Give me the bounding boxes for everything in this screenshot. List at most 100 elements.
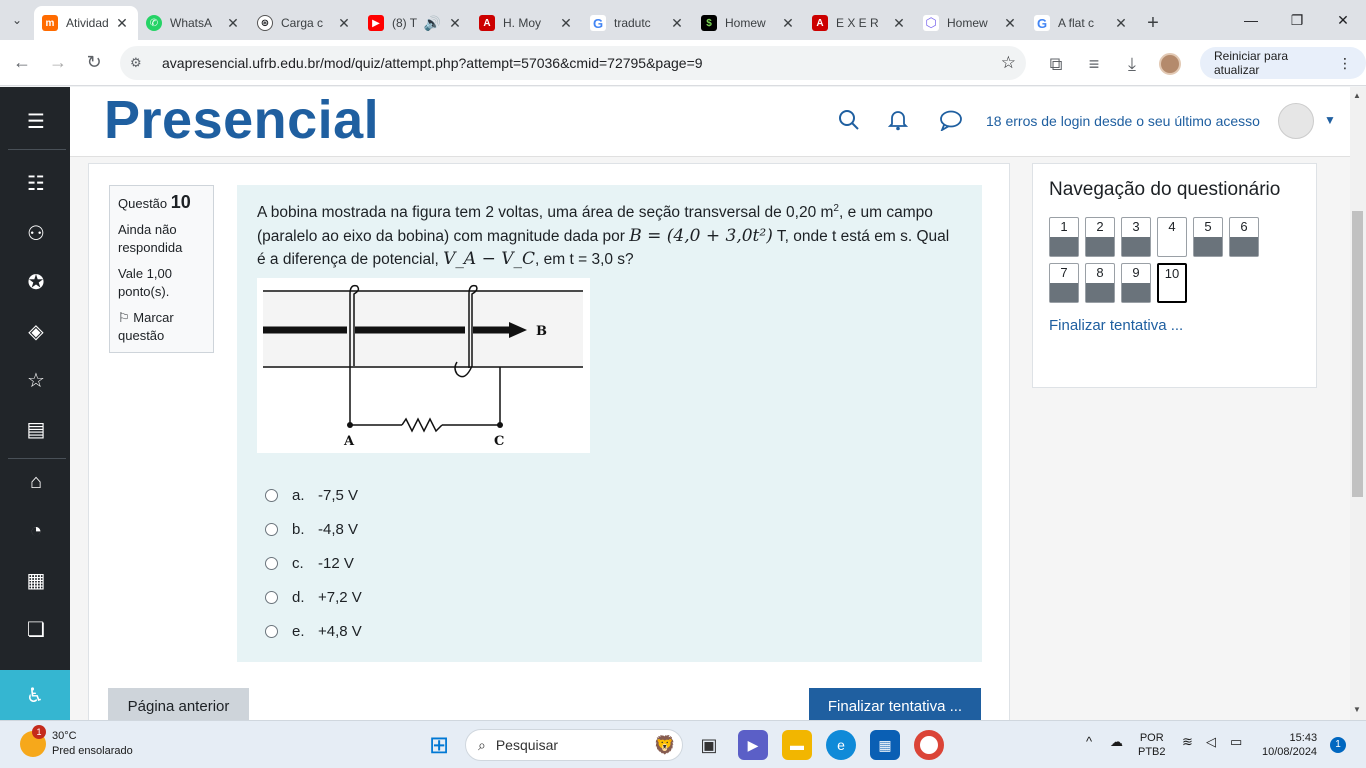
tab-7[interactable]: $ Homew ✕ [693,6,804,40]
dashboard-icon[interactable]: ◔ [18,513,54,549]
qnav-button-9[interactable]: 9 [1121,263,1151,303]
answer-option-d[interactable]: d. +7,2 V [257,581,962,615]
teams-chat-icon[interactable]: ▶ [738,730,768,760]
radio-a[interactable] [265,489,278,503]
page-scrollbar[interactable]: ▲ ▼ [1350,87,1366,720]
qnav-button-8[interactable]: 8 [1085,263,1115,303]
finish-attempt-button[interactable]: Finalizar tentativa ... [809,688,981,720]
user-avatar[interactable] [1278,103,1314,139]
close-icon[interactable]: ✕ [225,15,241,32]
book-icon[interactable]: ▤ [18,411,54,447]
tab-9[interactable]: ⬡ Homew ✕ [915,6,1026,40]
layers-icon[interactable]: ◈ [18,313,54,349]
answer-option-a[interactable]: a. -7,5 V [257,479,962,513]
download-icon[interactable]: ⤓ [1114,46,1150,82]
radio-d[interactable] [265,591,278,605]
flag-question[interactable]: ⚐ Marcar questão [118,309,205,345]
tab-4[interactable]: ▶ (8) T 🔊 ✕ [360,6,471,40]
qnav-button-3[interactable]: 3 [1121,217,1151,257]
close-icon[interactable]: ✕ [891,15,907,32]
language-indicator[interactable]: POR PTB2 [1138,731,1166,759]
bell-icon[interactable] [885,107,911,133]
scrollbar-thumb[interactable] [1352,211,1363,497]
battery-icon[interactable]: ▭ [1230,735,1242,749]
participants-icon[interactable]: ⚇ [18,215,54,251]
radio-e[interactable] [265,625,278,639]
qnav-button-6[interactable]: 6 [1229,217,1259,257]
extensions-icon[interactable]: ⧉ [1038,46,1074,82]
edge-icon[interactable]: e [826,730,856,760]
tab-3[interactable]: ⊛ Carga c ✕ [249,6,360,40]
speaker-icon[interactable]: 🔊 [424,15,441,32]
windows-start-icon[interactable]: ⊞ [424,730,454,760]
close-icon[interactable]: ✕ [1113,15,1129,32]
minimize-icon[interactable]: — [1228,0,1274,40]
finish-attempt-link[interactable]: Finalizar tentativa ... [1049,317,1300,334]
radio-b[interactable] [265,523,278,537]
tab-2[interactable]: ✆ WhatsA ✕ [138,6,249,40]
qnav-button-4[interactable]: 4 [1157,217,1187,257]
url-text[interactable]: avapresencial.ufrb.edu.br/mod/quiz/attem… [162,55,1001,71]
site-logo[interactable]: Presencial [104,89,379,151]
messages-icon[interactable] [938,107,964,133]
qnav-button-2[interactable]: 2 [1085,217,1115,257]
address-bar[interactable]: ⚙ avapresencial.ufrb.edu.br/mod/quiz/att… [120,46,1026,80]
network-icon[interactable]: ☁ [1110,735,1123,749]
task-view-icon[interactable]: ▣ [694,730,724,760]
close-window-icon[interactable]: ✕ [1320,0,1366,40]
back-icon[interactable]: ← [4,45,40,81]
close-icon[interactable]: ✕ [1002,15,1018,32]
restore-icon[interactable]: ❐ [1274,0,1320,40]
tab-1[interactable]: m Atividad ✕ [34,6,138,40]
close-icon[interactable]: ✕ [447,15,463,32]
tab-10[interactable]: G A flat c ✕ [1026,6,1137,40]
chevron-down-icon[interactable]: ▼ [1324,113,1336,127]
tab-search-chevron-icon[interactable]: ⌄ [0,0,34,40]
profile-avatar[interactable] [1152,46,1188,82]
bookmark-star-icon[interactable]: ☆ [1001,53,1016,73]
forward-icon[interactable]: → [40,45,76,81]
clock[interactable]: 15:43 10/08/2024 [1262,731,1317,759]
qnav-button-10[interactable]: 10 [1157,263,1187,303]
media-control-icon[interactable]: ≡ [1076,46,1112,82]
close-icon[interactable]: ✕ [558,15,574,32]
store-icon[interactable]: ▦ [870,730,900,760]
close-icon[interactable]: ✕ [780,15,796,32]
tab-6[interactable]: G tradutc ✕ [582,6,693,40]
hamburger-menu-icon[interactable]: ☰ [18,103,54,139]
close-icon[interactable]: ✕ [336,15,352,32]
reload-to-update-button[interactable]: Reiniciar para atualizar ⋮ [1200,47,1366,79]
star-icon[interactable]: ☆ [18,362,54,398]
tab-8[interactable]: A E X E R ✕ [804,6,915,40]
taskbar-search[interactable]: ⌕ Pesquisar 🦁 [465,729,683,761]
files-icon[interactable]: ❏ [18,611,54,647]
wifi-icon[interactable]: ≋ [1182,735,1193,749]
qnav-button-7[interactable]: 7 [1049,263,1079,303]
volume-icon[interactable]: ◁ [1206,735,1216,749]
scroll-down-icon[interactable]: ▼ [1353,705,1361,714]
answer-option-e[interactable]: e. +4,8 V [257,615,962,649]
scroll-up-icon[interactable]: ▲ [1353,91,1361,100]
weather-widget[interactable]: 1 30°C Pred ensolarado [20,725,133,759]
reload-icon[interactable]: ↻ [76,45,112,81]
qnav-button-1[interactable]: 1 [1049,217,1079,257]
new-tab-button[interactable]: + [1137,6,1169,40]
previous-page-button[interactable]: Página anterior [108,688,249,720]
tab-5[interactable]: A H. Moy ✕ [471,6,582,40]
answer-option-b[interactable]: b. -4,8 V [257,513,962,547]
close-icon[interactable]: ✕ [669,15,685,32]
home-icon[interactable]: ⌂ [18,464,54,500]
radio-c[interactable] [265,557,278,571]
accessibility-icon[interactable]: ♿ [0,670,70,720]
file-explorer-icon[interactable]: ▬ [782,730,812,760]
more-menu-icon[interactable]: ⋮ [1338,55,1352,72]
list-icon[interactable]: ☷ [18,165,54,201]
close-icon[interactable]: ✕ [114,15,130,32]
chrome-icon[interactable] [914,730,944,760]
badge-icon[interactable]: ✪ [18,264,54,300]
answer-option-c[interactable]: c. -12 V [257,547,962,581]
site-settings-icon[interactable]: ⚙ [130,55,154,71]
qnav-button-5[interactable]: 5 [1193,217,1223,257]
notification-badge[interactable]: 1 [1330,737,1346,753]
calendar-icon[interactable]: ▦ [18,562,54,598]
